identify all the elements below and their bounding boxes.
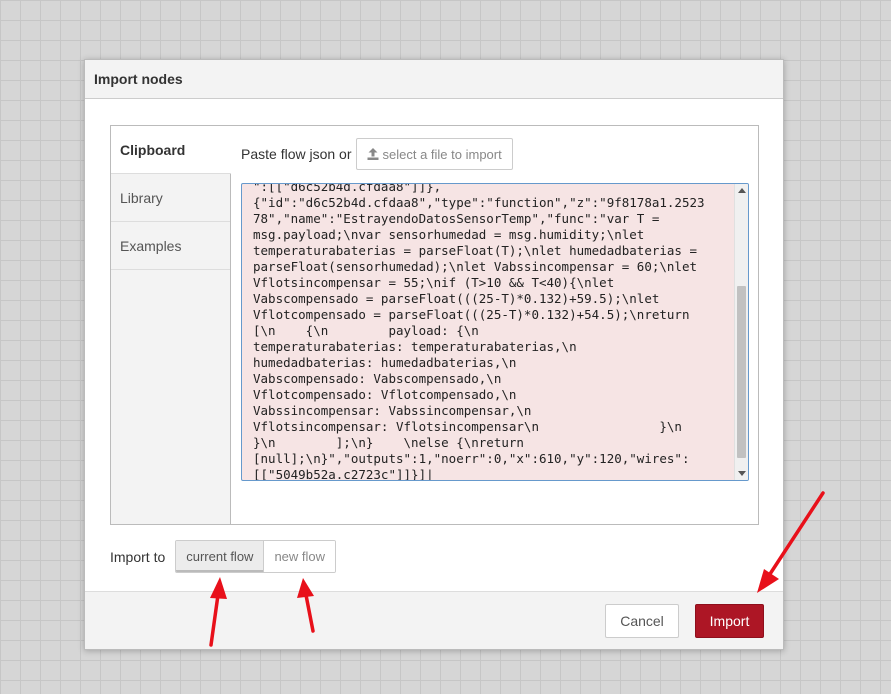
scroll-down-arrow-icon[interactable] <box>738 471 746 476</box>
import-target-toggle: current flow new flow <box>175 540 337 573</box>
import-button[interactable]: Import <box>695 604 764 638</box>
cancel-button[interactable]: Cancel <box>605 604 679 638</box>
dialog-title: Import nodes <box>85 60 783 99</box>
select-file-label: select a file to import <box>382 146 502 162</box>
upload-icon <box>367 148 378 160</box>
import-to-row: Import to current flow new flow <box>110 540 337 573</box>
paste-row: Paste flow json or select a file to impo… <box>241 137 748 171</box>
textarea-scrollbar[interactable] <box>734 184 748 480</box>
import-to-label: Import to <box>110 548 166 565</box>
flow-json-textarea[interactable]: ":[["d6c52b4d.cfdaa8"]]}, {"id":"d6c52b4… <box>241 183 749 481</box>
select-file-button[interactable]: select a file to import <box>355 138 513 170</box>
scrollbar-thumb[interactable] <box>737 286 746 458</box>
new-flow-button[interactable]: new flow <box>264 541 336 572</box>
current-flow-button[interactable]: current flow <box>176 541 265 572</box>
import-panel: Clipboard Library Examples Paste flow js… <box>110 125 759 525</box>
scroll-up-arrow-icon[interactable] <box>738 188 746 193</box>
clipboard-content: Paste flow json or select a file to impo… <box>241 136 749 514</box>
dialog-footer: Cancel Import <box>85 591 783 649</box>
paste-label: Paste flow json or <box>241 146 352 162</box>
tab-examples[interactable]: Examples <box>111 222 230 270</box>
flow-json-text[interactable]: ":[["d6c52b4d.cfdaa8"]]}, {"id":"d6c52b4… <box>253 184 729 480</box>
import-nodes-dialog: Import nodes Clipboard Library Examples … <box>84 59 784 650</box>
tab-library[interactable]: Library <box>111 174 230 222</box>
import-source-tabs: Clipboard Library Examples <box>111 126 231 524</box>
tab-clipboard[interactable]: Clipboard <box>111 126 231 174</box>
